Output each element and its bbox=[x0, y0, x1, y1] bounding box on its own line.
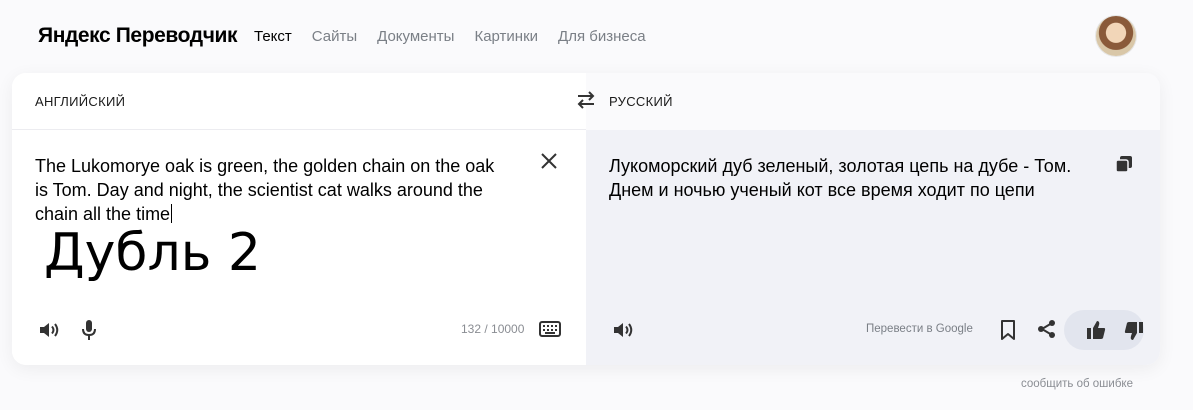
clear-text-button[interactable] bbox=[539, 151, 559, 171]
main-nav: Текст Сайты Документы Картинки Для бизне… bbox=[254, 28, 646, 45]
character-counter: 132 / 10000 bbox=[461, 322, 525, 336]
nav-tab-text[interactable]: Текст bbox=[254, 28, 292, 45]
copy-icon bbox=[1115, 155, 1133, 173]
source-listen-button[interactable] bbox=[38, 320, 62, 340]
copy-translation-button[interactable] bbox=[1115, 155, 1133, 173]
target-language-selector[interactable]: РУССКИЙ bbox=[609, 94, 673, 109]
share-icon bbox=[1037, 319, 1057, 339]
source-pane: АНГЛИЙСКИЙ The Lukomorye oak is green, t… bbox=[12, 73, 586, 365]
target-pane: РУССКИЙ Лукоморский дуб зеленый, золотая… bbox=[586, 73, 1160, 365]
swap-languages-button[interactable] bbox=[576, 91, 596, 109]
nav-tab-business[interactable]: Для бизнеса bbox=[558, 28, 646, 45]
app-logo[interactable]: Яндекс Переводчик bbox=[38, 24, 238, 48]
microphone-icon bbox=[81, 319, 97, 341]
translation-listen-button[interactable] bbox=[612, 320, 636, 340]
keyboard-icon bbox=[539, 321, 561, 337]
swap-arrows-icon bbox=[576, 91, 596, 109]
bookmark-button[interactable] bbox=[1000, 320, 1016, 340]
source-text-input[interactable]: The Lukomorye oak is green, the golden c… bbox=[35, 154, 505, 226]
nav-tab-sites[interactable]: Сайты bbox=[312, 28, 357, 45]
voice-input-button[interactable] bbox=[81, 319, 97, 341]
overlay-caption: Дубль 2 bbox=[44, 223, 261, 283]
nav-tab-documents[interactable]: Документы bbox=[377, 28, 454, 45]
share-button[interactable] bbox=[1037, 319, 1057, 339]
source-header-divider bbox=[12, 129, 586, 130]
close-icon bbox=[539, 151, 559, 171]
virtual-keyboard-button[interactable] bbox=[539, 321, 561, 337]
speaker-icon bbox=[612, 320, 636, 340]
text-cursor bbox=[171, 204, 173, 223]
user-avatar[interactable] bbox=[1096, 16, 1136, 56]
bookmark-icon bbox=[1000, 320, 1016, 340]
speaker-icon bbox=[38, 320, 62, 340]
like-translation-button[interactable] bbox=[1086, 320, 1106, 340]
thumbs-up-icon bbox=[1086, 320, 1106, 340]
translation-output: Лукоморский дуб зеленый, золотая цепь на… bbox=[609, 156, 1072, 200]
report-error-link[interactable]: сообщить об ошибке bbox=[1021, 378, 1133, 390]
translate-in-google-link[interactable]: Перевести в Google bbox=[866, 323, 973, 335]
thumbs-down-icon bbox=[1124, 321, 1144, 341]
dislike-translation-button[interactable] bbox=[1124, 321, 1144, 341]
nav-tab-images[interactable]: Картинки bbox=[474, 28, 538, 45]
translator-panel: АНГЛИЙСКИЙ The Lukomorye oak is green, t… bbox=[12, 73, 1160, 365]
source-text: The Lukomorye oak is green, the golden c… bbox=[35, 156, 495, 224]
source-language-selector[interactable]: АНГЛИЙСКИЙ bbox=[35, 94, 125, 109]
